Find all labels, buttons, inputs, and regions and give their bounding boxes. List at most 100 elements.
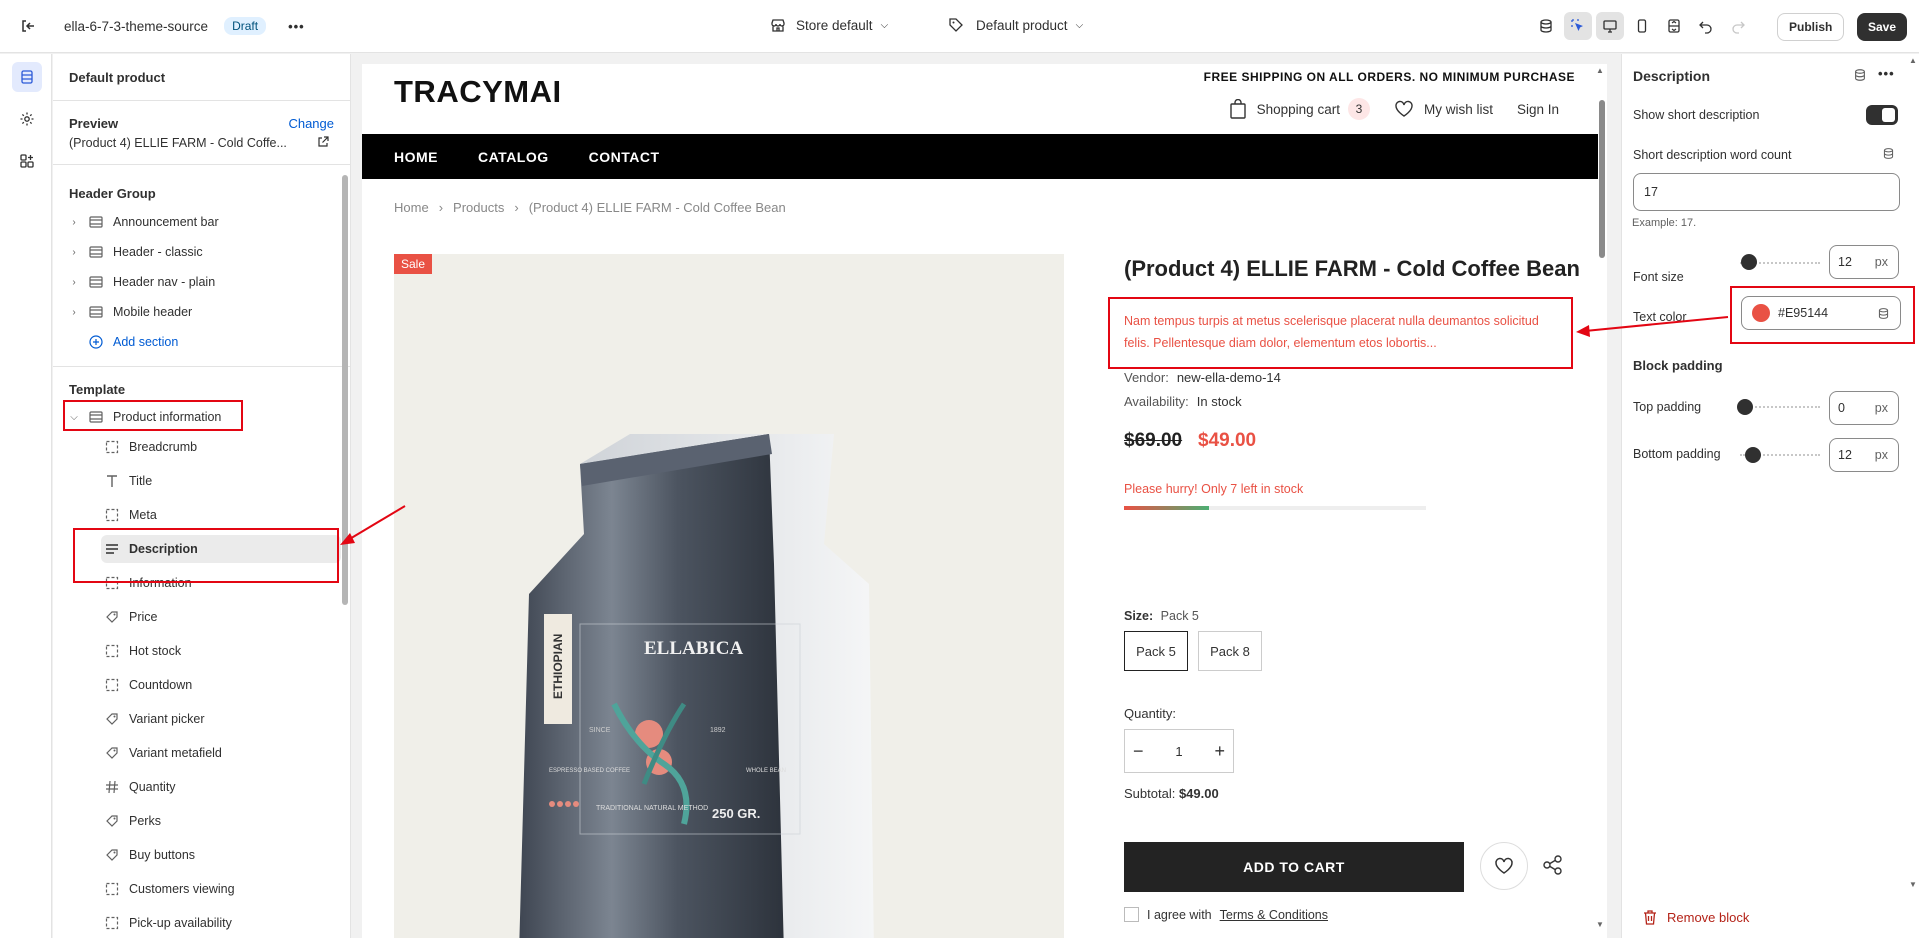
bottom-padding-value: 12 xyxy=(1838,448,1852,462)
chevron-right-icon[interactable]: › xyxy=(67,247,81,258)
preview-scrollbar[interactable] xyxy=(1599,100,1605,258)
font-size-slider-knob[interactable] xyxy=(1741,254,1757,270)
preview-product: (Product 4) ELLIE FARM - Cold Coffe... xyxy=(69,136,287,150)
scroll-down-icon[interactable]: ▼ xyxy=(1909,880,1917,889)
inspector-toggle[interactable] xyxy=(1564,12,1592,40)
section-mobile-header[interactable]: › Mobile header xyxy=(67,298,329,326)
font-size-input[interactable]: 12 px xyxy=(1829,245,1899,279)
terms-checkbox[interactable] xyxy=(1124,907,1139,922)
chevron-down-icon: ⌵ xyxy=(880,19,889,31)
share-button[interactable] xyxy=(1542,854,1564,879)
breadcrumb-products[interactable]: Products xyxy=(453,200,504,215)
block-breadcrumb[interactable]: Breadcrumb xyxy=(101,433,341,461)
product-image[interactable]: ETHIOPIAN ELLABICA SINCE 1892 ESPRESSO B… xyxy=(394,254,1064,938)
block-label: Variant picker xyxy=(129,712,205,726)
breadcrumb-home[interactable]: Home xyxy=(394,200,429,215)
more-options-button[interactable]: ••• xyxy=(1878,66,1895,81)
minus-icon[interactable]: − xyxy=(1133,741,1144,762)
block-title[interactable]: Title xyxy=(101,467,341,495)
redo-button[interactable] xyxy=(1724,12,1752,40)
fullscreen-button[interactable] xyxy=(1660,12,1688,40)
add-section-button[interactable]: Add section xyxy=(67,328,329,356)
block-customers-viewing[interactable]: Customers viewing xyxy=(101,875,341,903)
publish-button[interactable]: Publish xyxy=(1777,13,1845,41)
size-label: Size: xyxy=(1124,609,1154,623)
theme-settings-tab[interactable] xyxy=(12,104,42,134)
block-hot-stock[interactable]: Hot stock xyxy=(101,637,341,665)
block-variant-picker[interactable]: Variant picker xyxy=(101,705,341,733)
block-label: Meta xyxy=(129,508,157,522)
preview-label: Preview xyxy=(69,116,119,131)
bottom-padding-label: Bottom padding xyxy=(1633,447,1721,461)
quantity-input[interactable]: 1 xyxy=(1175,744,1182,759)
theme-db-button[interactable] xyxy=(1532,12,1560,40)
apps-tab[interactable] xyxy=(12,146,42,176)
sign-in-link[interactable]: Sign In xyxy=(1517,102,1559,117)
block-variant-metafield[interactable]: Variant metafield xyxy=(101,739,341,767)
bottom-padding-input[interactable]: 12 px xyxy=(1829,438,1899,472)
add-section-label: Add section xyxy=(113,335,179,349)
bag-right-label: WHOLE BEAN xyxy=(746,768,786,774)
unit-label: px xyxy=(1874,255,1888,269)
product-title[interactable]: (Product 4) ELLIE FARM - Cold Coffee Bea… xyxy=(1124,256,1580,282)
block-perks[interactable]: Perks xyxy=(101,807,341,835)
cart-link[interactable]: Shopping cart 3 xyxy=(1229,98,1370,120)
scroll-up-icon[interactable]: ▲ xyxy=(1596,66,1604,75)
block-countdown[interactable]: Countdown xyxy=(101,671,341,699)
exit-icon xyxy=(14,12,42,40)
vendor-value: new-ella-demo-14 xyxy=(1176,370,1281,385)
desktop-view-button[interactable] xyxy=(1596,12,1624,40)
section-announcement-bar[interactable]: › Announcement bar xyxy=(67,208,329,236)
section-header-classic[interactable]: › Header - classic xyxy=(67,238,329,266)
block-buy-buttons[interactable]: Buy buttons xyxy=(101,841,341,869)
database-icon[interactable] xyxy=(1882,147,1895,160)
block-padding-title: Block padding xyxy=(1633,358,1723,373)
show-short-desc-toggle[interactable] xyxy=(1866,105,1898,125)
availability-label: Availability: xyxy=(1124,394,1189,409)
template-select[interactable]: Default product ⌵ xyxy=(948,17,1083,33)
store-select[interactable]: Store default ⌵ xyxy=(770,17,888,33)
bottom-padding-slider-knob[interactable] xyxy=(1745,447,1761,463)
more-menu-button[interactable]: ••• xyxy=(288,19,305,34)
subtotal-value: $49.00 xyxy=(1178,786,1219,801)
section-icon xyxy=(89,306,103,318)
block-price[interactable]: Price xyxy=(101,603,341,631)
sections-tab[interactable] xyxy=(12,62,42,92)
top-padding-slider-knob[interactable] xyxy=(1737,399,1753,415)
mobile-view-button[interactable] xyxy=(1628,12,1656,40)
nav-catalog[interactable]: CATALOG xyxy=(478,149,549,165)
terms-agreement: I agree with Terms & Conditions xyxy=(1124,907,1328,922)
block-quantity[interactable]: Quantity xyxy=(101,773,341,801)
wishlist-link[interactable]: My wish list xyxy=(1394,100,1493,118)
database-icon[interactable] xyxy=(1853,68,1867,82)
section-header-nav-plain[interactable]: › Header nav - plain xyxy=(67,268,329,296)
scroll-up-icon[interactable]: ▲ xyxy=(1909,56,1917,65)
block-pick-up-availability[interactable]: Pick-up availability xyxy=(101,909,341,937)
block-meta[interactable]: Meta xyxy=(101,501,341,529)
chevron-right-icon[interactable]: › xyxy=(67,217,81,228)
font-size-label: Font size xyxy=(1633,270,1684,284)
undo-button[interactable] xyxy=(1692,12,1720,40)
change-preview-link[interactable]: Change xyxy=(288,116,334,131)
top-padding-input[interactable]: 0 px xyxy=(1829,391,1899,425)
section-icon xyxy=(89,246,103,258)
panel-scrollbar[interactable] xyxy=(342,175,348,605)
add-to-wishlist-button[interactable] xyxy=(1480,842,1528,890)
save-button[interactable]: Save xyxy=(1857,13,1908,41)
store-logo[interactable]: TRACYMAI xyxy=(394,74,562,110)
plus-icon[interactable]: + xyxy=(1214,741,1225,762)
terms-link[interactable]: Terms & Conditions xyxy=(1220,908,1328,922)
scroll-down-icon[interactable]: ▼ xyxy=(1596,920,1604,929)
size-option-pack-8[interactable]: Pack 8 xyxy=(1198,631,1262,671)
add-to-cart-button[interactable]: ADD TO CART xyxy=(1124,842,1464,892)
exit-button[interactable] xyxy=(14,12,42,40)
chevron-right-icon[interactable]: › xyxy=(67,277,81,288)
word-count-input[interactable]: 17 xyxy=(1633,173,1900,211)
nav-contact[interactable]: CONTACT xyxy=(589,149,660,165)
remove-block-button[interactable]: Remove block xyxy=(1643,910,1749,925)
external-link-icon[interactable] xyxy=(317,136,329,148)
chevron-right-icon[interactable]: › xyxy=(67,307,81,318)
nav-home[interactable]: HOME xyxy=(394,149,438,165)
chevron-right-icon: › xyxy=(514,200,519,215)
size-option-pack-5[interactable]: Pack 5 xyxy=(1124,631,1188,671)
